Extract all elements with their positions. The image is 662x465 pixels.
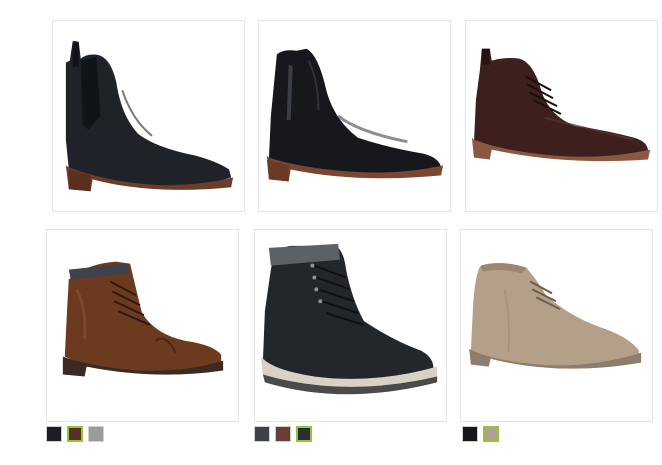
product-card-brown-chukka-boot[interactable] [465,20,658,212]
suede-chukka-icon [468,263,642,369]
color-swatch-selected[interactable] [67,426,83,442]
chukka-boot-icon [471,48,651,162]
color-swatch-selected[interactable] [296,426,312,442]
product-card-brown-cap-toe-boot[interactable] [46,229,239,422]
color-swatches [254,426,312,442]
lace-up-boot-icon [62,261,224,377]
color-swatch[interactable] [46,426,62,442]
chelsea-boot-icon [65,40,234,192]
color-swatches [462,426,499,442]
product-card-black-chelsea-boot[interactable] [52,20,245,212]
color-swatches [46,426,104,442]
product-card-black-work-boot[interactable] [254,229,447,422]
color-swatch[interactable] [462,426,478,442]
product-card-tan-suede-chukka[interactable] [460,229,653,422]
product-card-black-side-zip-boot[interactable] [258,20,451,212]
side-zip-boot-icon [266,48,444,182]
work-boot-icon [260,243,438,395]
color-swatch[interactable] [88,426,104,442]
color-swatch[interactable] [254,426,270,442]
color-swatch[interactable] [275,426,291,442]
color-swatch-selected[interactable] [483,426,499,442]
